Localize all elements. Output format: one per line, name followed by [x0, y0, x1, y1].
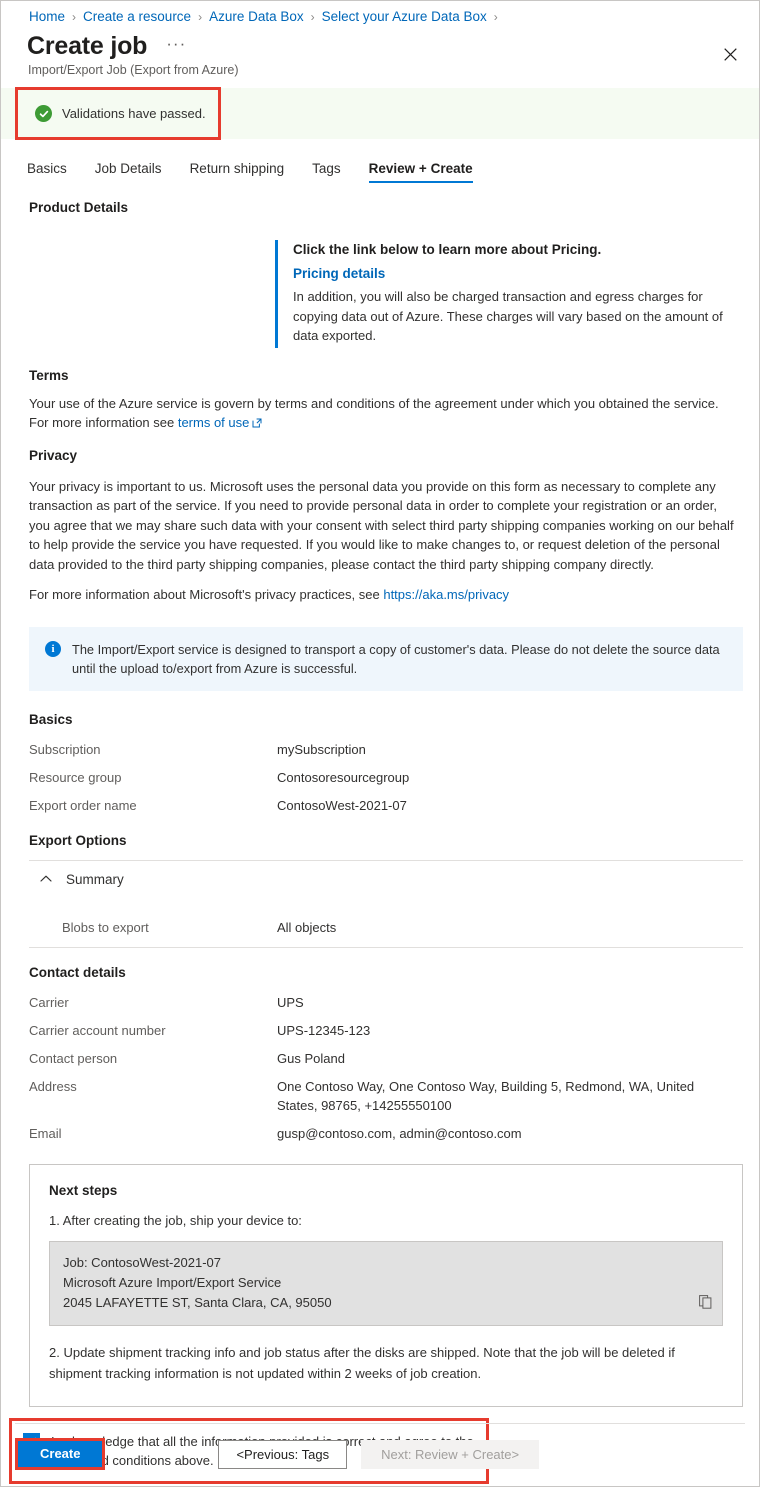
close-icon[interactable] [715, 39, 745, 69]
privacy-heading: Privacy [29, 448, 743, 463]
table-row: Blobs to export All objects [29, 920, 743, 935]
privacy-paragraph: Your privacy is important to us. Microso… [29, 477, 741, 575]
success-check-icon [35, 105, 52, 122]
page-subtitle: Import/Export Job (Export from Azure) [1, 60, 759, 77]
summary-label: Summary [66, 872, 124, 887]
row-label-contact-person: Contact person [29, 1049, 277, 1068]
next-steps-step1: 1. After creating the job, ship your dev… [49, 1211, 723, 1231]
validation-highlight-box: Validations have passed. [15, 87, 221, 140]
table-row: Carrier account number UPS-12345-123 [29, 1021, 743, 1040]
pricing-left-spacer [29, 240, 275, 348]
divider [29, 947, 743, 948]
pricing-callout: Click the link below to learn more about… [29, 240, 743, 348]
row-label-resource-group: Resource group [29, 768, 277, 787]
breadcrumb-item-home[interactable]: Home [29, 9, 65, 24]
next-steps-card: Next steps 1. After creating the job, sh… [29, 1164, 743, 1408]
row-label-email: Email [29, 1124, 277, 1143]
tab-tags[interactable]: Tags [312, 161, 341, 183]
row-label-address: Address [29, 1077, 277, 1115]
tab-return-shipping[interactable]: Return shipping [190, 161, 285, 183]
info-banner: i The Import/Export service is designed … [29, 627, 743, 691]
basics-heading: Basics [29, 712, 743, 727]
row-label-carrier: Carrier [29, 993, 277, 1012]
next-steps-title: Next steps [49, 1183, 723, 1198]
table-row: Resource group Contosoresourcegroup [29, 768, 743, 787]
create-highlight-box: Create [15, 1438, 105, 1470]
copy-icon[interactable] [699, 1295, 712, 1315]
row-label-subscription: Subscription [29, 740, 277, 759]
breadcrumb-separator-icon: › [494, 11, 498, 23]
more-options-icon[interactable]: ··· [163, 35, 189, 58]
breadcrumb-item-create-a-resource[interactable]: Create a resource [83, 9, 191, 24]
shipping-address-box: Job: ContosoWest-2021-07 Microsoft Azure… [49, 1241, 723, 1326]
breadcrumb-item-azure-data-box[interactable]: Azure Data Box [209, 9, 304, 24]
contact-details-heading: Contact details [29, 965, 743, 980]
external-link-icon [252, 414, 262, 434]
divider [29, 860, 743, 861]
table-row: Subscription mySubscription [29, 740, 743, 759]
pricing-details-link[interactable]: Pricing details [293, 265, 743, 283]
wizard-tabs: Basics Job Details Return shipping Tags … [1, 153, 759, 183]
tab-basics[interactable]: Basics [27, 161, 67, 183]
next-review-create-button: Next: Review + Create> [361, 1440, 539, 1469]
breadcrumb-separator-icon: › [311, 11, 315, 23]
breadcrumb-separator-icon: › [198, 11, 202, 23]
product-details-heading: Product Details [29, 200, 743, 215]
row-label-carrier-account-number: Carrier account number [29, 1021, 277, 1040]
create-button[interactable]: Create [18, 1441, 102, 1467]
breadcrumb-item-select-your-azure-data-box[interactable]: Select your Azure Data Box [322, 9, 487, 24]
pricing-card: Click the link below to learn more about… [275, 240, 743, 348]
row-value-email: gusp@contoso.com, admin@contoso.com [277, 1124, 707, 1143]
privacy-more-info-text: For more information about Microsoft's p… [29, 587, 383, 602]
next-steps-step2: 2. Update shipment tracking info and job… [49, 1342, 723, 1384]
row-label-blobs-to-export: Blobs to export [62, 920, 277, 935]
tab-review-create[interactable]: Review + Create [369, 161, 473, 183]
page-title: Create job [27, 32, 147, 60]
title-row: Create job ··· [1, 23, 759, 60]
row-value-contact-person: Gus Poland [277, 1049, 707, 1068]
privacy-more-info: For more information about Microsoft's p… [29, 585, 741, 605]
table-row: Address One Contoso Way, One Contoso Way… [29, 1077, 743, 1115]
previous-tags-button[interactable]: <Previous: Tags [218, 1440, 347, 1469]
create-job-blade: Home › Create a resource › Azure Data Bo… [0, 0, 760, 1487]
table-row: Carrier UPS [29, 993, 743, 1012]
terms-heading: Terms [29, 368, 743, 383]
terms-of-use-link[interactable]: terms of use [178, 415, 250, 430]
row-value-subscription: mySubscription [277, 740, 707, 759]
tab-job-details[interactable]: Job Details [95, 161, 162, 183]
footer-actions: Create <Previous: Tags Next: Review + Cr… [1, 1434, 759, 1474]
row-value-carrier: UPS [277, 993, 707, 1012]
terms-body-text: Your use of the Azure service is govern … [29, 396, 719, 431]
table-row: Contact person Gus Poland [29, 1049, 743, 1068]
breadcrumb-separator-icon: › [72, 11, 76, 23]
validation-message: Validations have passed. [62, 106, 206, 121]
blade-content: Product Details Click the link below to … [1, 200, 759, 1407]
row-value-blobs-to-export: All objects [277, 920, 336, 935]
row-value-export-order-name: ContosoWest-2021-07 [277, 796, 707, 815]
pricing-body-text: In addition, you will also be charged tr… [293, 287, 741, 346]
shipping-address-line3: 2045 LAFAYETTE ST, Santa Clara, CA, 9505… [63, 1293, 709, 1313]
shipping-address-line2: Microsoft Azure Import/Export Service [63, 1273, 709, 1293]
footer-divider [15, 1423, 745, 1424]
info-icon: i [45, 641, 61, 657]
row-value-resource-group: Contosoresourcegroup [277, 768, 707, 787]
row-value-carrier-account-number: UPS-12345-123 [277, 1021, 707, 1040]
export-options-heading: Export Options [29, 833, 743, 848]
privacy-url-link[interactable]: https://aka.ms/privacy [383, 587, 509, 602]
breadcrumb: Home › Create a resource › Azure Data Bo… [1, 1, 759, 23]
info-banner-text: The Import/Export service is designed to… [72, 640, 729, 678]
row-value-address: One Contoso Way, One Contoso Way, Buildi… [277, 1077, 707, 1115]
table-row: Email gusp@contoso.com, admin@contoso.co… [29, 1124, 743, 1143]
terms-paragraph: Your use of the Azure service is govern … [29, 394, 741, 434]
chevron-up-icon [39, 872, 53, 886]
validation-banner: Validations have passed. [1, 88, 759, 139]
row-label-export-order-name: Export order name [29, 796, 277, 815]
shipping-address-line1: Job: ContosoWest-2021-07 [63, 1253, 709, 1273]
summary-accordion-header[interactable]: Summary [29, 872, 743, 887]
table-row: Export order name ContosoWest-2021-07 [29, 796, 743, 815]
pricing-title: Click the link below to learn more about… [293, 240, 743, 260]
